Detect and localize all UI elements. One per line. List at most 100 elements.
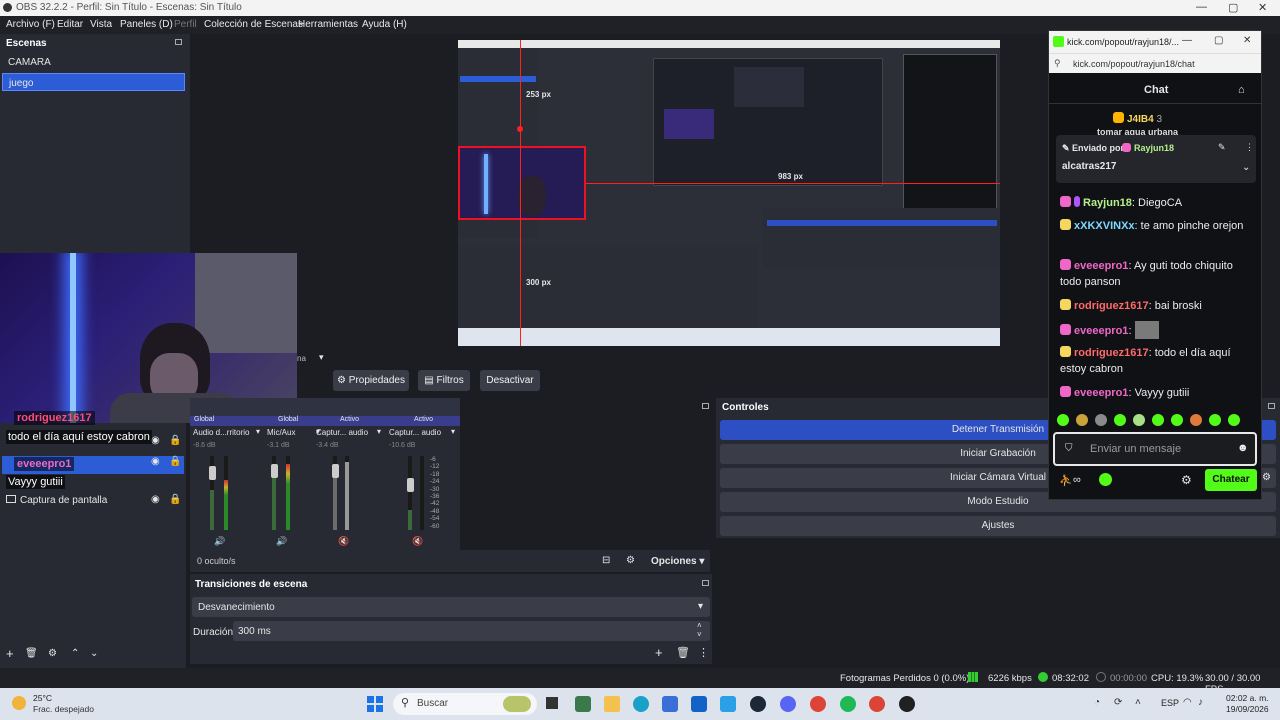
program-preview[interactable]: 253 px 983 px 300 px bbox=[458, 40, 1000, 346]
speaker-icon[interactable]: 🔊 bbox=[214, 536, 225, 547]
chevron-down-icon[interactable]: ⌄ bbox=[1242, 162, 1250, 173]
discord-icon[interactable] bbox=[780, 696, 796, 712]
settings-button[interactable]: Ajustes bbox=[720, 516, 1276, 536]
chrome-icon[interactable] bbox=[869, 696, 885, 712]
undock-icon[interactable] bbox=[702, 580, 709, 586]
close-icon[interactable]: ✕ bbox=[1258, 1, 1267, 14]
gear-icon[interactable]: ⚙ bbox=[1181, 473, 1192, 487]
transition-type-select[interactable]: Desvanecimiento ▾ bbox=[192, 597, 710, 617]
emote-icon[interactable] bbox=[1114, 414, 1126, 426]
menu-paneles[interactable]: Paneles (D) bbox=[120, 19, 173, 30]
gear-icon[interactable]: ⚙ bbox=[626, 555, 635, 566]
options-button[interactable]: Opciones ▾ bbox=[651, 556, 704, 567]
undock-icon[interactable] bbox=[1268, 403, 1275, 409]
emote-icon[interactable] bbox=[1057, 414, 1069, 426]
spotify-icon[interactable] bbox=[840, 696, 856, 712]
tray-icon[interactable]: ⟳ bbox=[1114, 697, 1122, 708]
menu-archivo[interactable]: Archivo (F) bbox=[6, 19, 55, 30]
gift-icon[interactable]: ⌂ bbox=[1238, 84, 1245, 96]
weather-icon[interactable] bbox=[12, 696, 26, 710]
undock-icon[interactable] bbox=[702, 403, 709, 409]
lock-icon[interactable]: 🔒 bbox=[169, 456, 181, 467]
close-icon[interactable]: ✕ bbox=[1243, 35, 1251, 46]
minimize-icon[interactable]: — bbox=[1196, 1, 1207, 13]
kick-coin-icon[interactable] bbox=[1099, 473, 1112, 486]
emote-icon[interactable] bbox=[1133, 414, 1145, 426]
emoji-icon[interactable]: ☻ bbox=[1237, 442, 1249, 454]
windows-start-icon[interactable] bbox=[367, 696, 383, 712]
minimize-icon[interactable]: — bbox=[1182, 35, 1192, 46]
user-icon[interactable]: ⛹ bbox=[1059, 474, 1073, 487]
pinned-message[interactable]: ✎ Enviado por Rayjun18 ✎ ⋮ alcatras217 ⌄ bbox=[1056, 135, 1256, 183]
eye-icon[interactable]: ◉ bbox=[151, 435, 160, 446]
arrow-up-icon[interactable]: ⌃ bbox=[71, 648, 79, 659]
volume-fader[interactable] bbox=[209, 466, 216, 480]
infinity-icon[interactable]: ∞ bbox=[1073, 474, 1081, 486]
source-item-captura[interactable]: Captura de pantalla bbox=[6, 495, 107, 506]
layout-icon[interactable]: ⊟ bbox=[602, 555, 610, 566]
eye-icon[interactable]: ◉ bbox=[151, 456, 160, 467]
menu-coleccion[interactable]: Colección de Escenas bbox=[204, 19, 303, 30]
eye-icon[interactable]: ◉ bbox=[151, 494, 160, 505]
app-icon[interactable] bbox=[575, 696, 591, 712]
task-view-icon[interactable] bbox=[546, 697, 558, 709]
deactivate-button[interactable]: Desactivar bbox=[480, 370, 540, 391]
chrome-icon[interactable] bbox=[810, 696, 826, 712]
emote-icon[interactable] bbox=[1171, 414, 1183, 426]
speaker-icon[interactable]: 🔊 bbox=[276, 536, 287, 547]
app-icon[interactable] bbox=[720, 696, 736, 712]
send-chat-button[interactable]: Chatear bbox=[1205, 469, 1257, 491]
chevron-down-icon[interactable]: ▾ bbox=[377, 427, 381, 436]
menu-editar[interactable]: Editar bbox=[57, 19, 83, 30]
filters-button[interactable]: ▤ Filtros bbox=[418, 370, 470, 391]
chevron-down-icon[interactable]: ▾ bbox=[451, 427, 455, 436]
clock-date[interactable]: 19/09/2026 bbox=[1226, 704, 1269, 714]
maximize-icon[interactable]: ▢ bbox=[1228, 1, 1238, 14]
taskbar-search[interactable]: ⚲ Buscar bbox=[393, 693, 537, 715]
menu-herramientas[interactable]: Herramientas bbox=[298, 19, 358, 30]
maximize-icon[interactable]: ▢ bbox=[1214, 35, 1223, 46]
lock-icon[interactable]: 🔒 bbox=[169, 435, 181, 446]
speaker-muted-icon[interactable]: 🔇 bbox=[338, 536, 349, 547]
add-scene-icon[interactable]: + bbox=[6, 646, 14, 661]
emote-icon[interactable] bbox=[1095, 414, 1107, 426]
emote-icon[interactable] bbox=[1152, 414, 1164, 426]
arrow-down-icon[interactable]: ⌄ bbox=[90, 648, 98, 659]
outlook-icon[interactable] bbox=[691, 696, 707, 712]
more-icon[interactable]: ⋮ bbox=[1245, 142, 1254, 153]
volume-fader[interactable] bbox=[271, 464, 278, 478]
add-icon[interactable]: + bbox=[655, 645, 663, 660]
chat-input[interactable]: ⛉ Enviar un mensaje ☻ bbox=[1053, 432, 1257, 466]
undock-icon[interactable] bbox=[175, 39, 182, 45]
chevron-up-icon[interactable]: ˄ bbox=[1135, 697, 1141, 708]
edge-icon[interactable] bbox=[633, 696, 649, 712]
gear-icon[interactable]: ⚙ bbox=[1262, 472, 1271, 483]
chevron-down-icon[interactable]: ˅ bbox=[697, 630, 702, 639]
speaker-muted-icon[interactable]: 🔇 bbox=[412, 536, 423, 547]
more-icon[interactable]: ⋮ bbox=[698, 646, 709, 659]
trash-icon[interactable]: 🗑 bbox=[676, 646, 690, 659]
volume-fader[interactable] bbox=[407, 478, 414, 492]
chevron-down-icon[interactable]: ▾ bbox=[316, 427, 320, 436]
emote-icon[interactable] bbox=[1076, 414, 1088, 426]
tray-icon[interactable]: ◔ bbox=[1094, 697, 1100, 708]
store-icon[interactable] bbox=[662, 696, 678, 712]
emote-icon[interactable] bbox=[1209, 414, 1221, 426]
emote-icon[interactable] bbox=[1190, 414, 1202, 426]
volume-fader[interactable] bbox=[332, 464, 339, 478]
address-bar[interactable]: ⚲ kick.com/popout/rayjun18/chat bbox=[1049, 53, 1261, 73]
menu-ayuda[interactable]: Ayuda (H) bbox=[362, 19, 407, 30]
chevron-down-icon[interactable]: ▾ bbox=[256, 427, 260, 436]
emote-icon[interactable] bbox=[1228, 414, 1240, 426]
chevron-up-icon[interactable]: ˄ bbox=[697, 621, 702, 630]
scene-item-juego[interactable]: juego bbox=[2, 73, 185, 91]
obs-icon[interactable] bbox=[899, 696, 915, 712]
gear-icon[interactable]: ⚙ bbox=[48, 648, 57, 659]
clock-time[interactable]: 02:02 a. m. bbox=[1226, 693, 1269, 703]
speaker-icon[interactable]: ♪ bbox=[1198, 697, 1203, 708]
pin-icon[interactable]: ✎ bbox=[1218, 142, 1226, 153]
language[interactable]: ESP bbox=[1161, 698, 1179, 708]
duration-input[interactable]: 300 ms ˄ ˅ bbox=[233, 621, 710, 641]
file-explorer-icon[interactable] bbox=[604, 696, 620, 712]
trash-icon[interactable]: 🗑 bbox=[25, 648, 38, 659]
